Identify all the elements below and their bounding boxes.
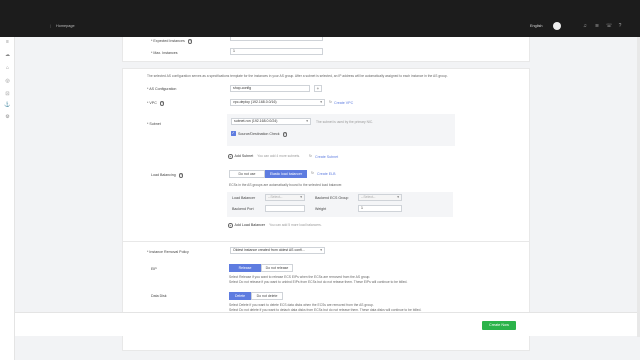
add-lb-hint: You can add 5 more load balancers. <box>269 223 322 228</box>
cloud-icon[interactable]: ☁ <box>4 52 11 59</box>
eip-option-release[interactable]: Release <box>229 264 261 272</box>
settings-icon[interactable]: ⚙ <box>4 114 11 121</box>
help-icon[interactable]: ? <box>178 173 184 178</box>
lb-config-box: Load Balancer --Select-- Backend ECS Gro… <box>227 192 453 217</box>
subnet-box: subnet-ron (192.168.0.0/24) The subnet i… <box>227 114 455 146</box>
breadcrumb-separator: | <box>50 24 51 28</box>
feed-icon[interactable]: ≋ <box>594 23 600 29</box>
instances-panel: * Expected Instances? * Max. Instances 1 <box>122 37 530 62</box>
lb-option-elb[interactable]: Elastic load balancer <box>265 170 307 178</box>
backend-group-label: Backend ECS Group <box>315 196 349 200</box>
add-subnet-text[interactable]: Add Subnet <box>235 154 254 158</box>
refresh-icon[interactable]: ↻ <box>311 171 314 175</box>
subnet-hint: The subnet is used by the primary NIC. <box>316 120 374 124</box>
bell-icon[interactable]: ♫ <box>582 23 588 29</box>
plus-icon[interactable]: + <box>228 154 233 159</box>
weight-label: Weight <box>315 207 327 211</box>
create-subnet-link[interactable]: Create Subnet <box>315 155 338 159</box>
removal-policy-label: * Instance Removal Policy <box>147 250 189 254</box>
add-subnet-row[interactable]: + Add Subnet You can add 4 more subnets. <box>228 154 300 159</box>
phone-icon[interactable]: ☏ <box>606 23 612 29</box>
source-dest-check-checkbox[interactable]: ✓ <box>231 131 236 136</box>
refresh-icon[interactable]: ↻ <box>329 100 332 104</box>
vpc-label: * VPC? <box>147 101 165 106</box>
source-dest-check-text: Source/Destination Check <box>238 132 280 137</box>
help-icon[interactable]: ? <box>617 23 623 29</box>
create-vpc-link[interactable]: Create VPC <box>334 101 353 105</box>
as-config-input[interactable]: shop-config <box>230 85 310 92</box>
language-selector[interactable]: English <box>530 24 542 28</box>
create-elb-link[interactable]: Create ELB <box>317 172 336 176</box>
network-panel: The selected AS configuration serves as … <box>122 68 530 268</box>
subnet-label-text: Subnet <box>149 122 161 126</box>
disk-label: Data Disk <box>151 294 167 298</box>
source-dest-check-label: Source/Destination Check? <box>238 132 288 137</box>
plus-icon[interactable]: + <box>228 223 233 228</box>
as-config-label-text: AS Configuration <box>149 87 177 91</box>
backend-port-input[interactable] <box>265 205 305 212</box>
server-icon[interactable]: ⌂ <box>4 65 11 72</box>
add-lb-row[interactable]: + Add Load Balancer You can add 5 more loa… <box>228 223 322 228</box>
lb-label-text: Load Balancing <box>151 173 176 178</box>
sidebar: ≡ ☁ ⌂ ◎ ⊡ ⚓ ⚙ <box>0 37 15 360</box>
help-icon[interactable]: ? <box>159 101 165 106</box>
disk-desc-1: Select Delete if you want to delete ECS … <box>229 303 374 307</box>
as-config-label: * AS Configuration <box>147 87 177 91</box>
backend-port-label: Backend Port <box>232 207 254 211</box>
eip-option-keep[interactable]: Do not release <box>261 264 293 272</box>
eip-toggle[interactable]: Release Do not release <box>229 264 293 272</box>
help-icon[interactable]: ? <box>282 132 288 137</box>
load-balancer-select[interactable]: --Select-- <box>265 194 305 201</box>
top-bar: | Homepage English ♫ ≋ ☏ ? <box>0 0 640 37</box>
removal-policy-select[interactable]: Oldest instance created from oldest AS c… <box>230 247 325 254</box>
menu-icon[interactable]: ≡ <box>4 39 11 46</box>
add-lb-text[interactable]: Add Load Balancer <box>235 223 266 227</box>
vpc-label-text: VPC <box>149 101 157 106</box>
disk-option-delete[interactable]: Delete <box>229 292 251 300</box>
disk-option-keep[interactable]: Do not delete <box>251 292 283 300</box>
eip-label: EIP <box>151 267 157 271</box>
breadcrumb[interactable]: | Homepage <box>50 24 75 28</box>
lb-toggle[interactable]: Do not use Elastic load balancer <box>229 170 307 178</box>
disk-toggle[interactable]: Delete Do not delete <box>229 292 283 300</box>
expected-instances-input[interactable] <box>230 37 323 41</box>
backend-group-select[interactable]: --Select-- <box>358 194 402 201</box>
max-instances-input[interactable]: 1 <box>230 48 323 55</box>
refresh-icon[interactable]: ↻ <box>309 154 312 158</box>
expected-instances-label-text: Expected Instances <box>153 39 185 44</box>
max-instances-label: * Max. Instances <box>151 51 178 55</box>
lb-label: Load Balancing? <box>151 173 184 178</box>
removal-policy-label-text: Instance Removal Policy <box>149 250 189 254</box>
max-instances-label-text: Max. Instances <box>153 51 178 55</box>
anchor-icon[interactable]: ⚓ <box>4 102 11 109</box>
weight-input[interactable]: 1 <box>358 205 402 212</box>
load-balancer-label: Load Balancer <box>232 196 256 200</box>
as-config-note: The selected AS configuration serves as … <box>147 74 448 78</box>
avatar[interactable] <box>553 22 561 30</box>
database-icon[interactable]: ◎ <box>4 78 11 85</box>
help-icon[interactable]: ? <box>187 39 193 44</box>
breadcrumb-homepage[interactable]: Homepage <box>56 24 75 28</box>
expected-instances-label: * Expected Instances? <box>151 39 193 44</box>
footer-bar: Create Now <box>15 312 637 336</box>
eip-desc-2: Select Do not release if you want to unb… <box>229 280 408 284</box>
subnet-label: * Subnet <box>147 122 161 126</box>
add-subnet-hint: You can add 4 more subnets. <box>257 154 301 159</box>
eip-desc-1: Select Release if you want to release EC… <box>229 275 371 279</box>
network-icon[interactable]: ⊡ <box>4 91 11 98</box>
add-config-button[interactable]: + <box>314 85 322 92</box>
lb-option-none[interactable]: Do not use <box>229 170 265 178</box>
lb-note: ECSs in the AS groups are automatically … <box>229 183 343 187</box>
vpc-select[interactable]: vpc-deploy (192.168.0.0/16) <box>230 99 325 106</box>
create-now-button[interactable]: Create Now <box>482 321 516 330</box>
subnet-select[interactable]: subnet-ron (192.168.0.0/24) <box>231 118 311 125</box>
